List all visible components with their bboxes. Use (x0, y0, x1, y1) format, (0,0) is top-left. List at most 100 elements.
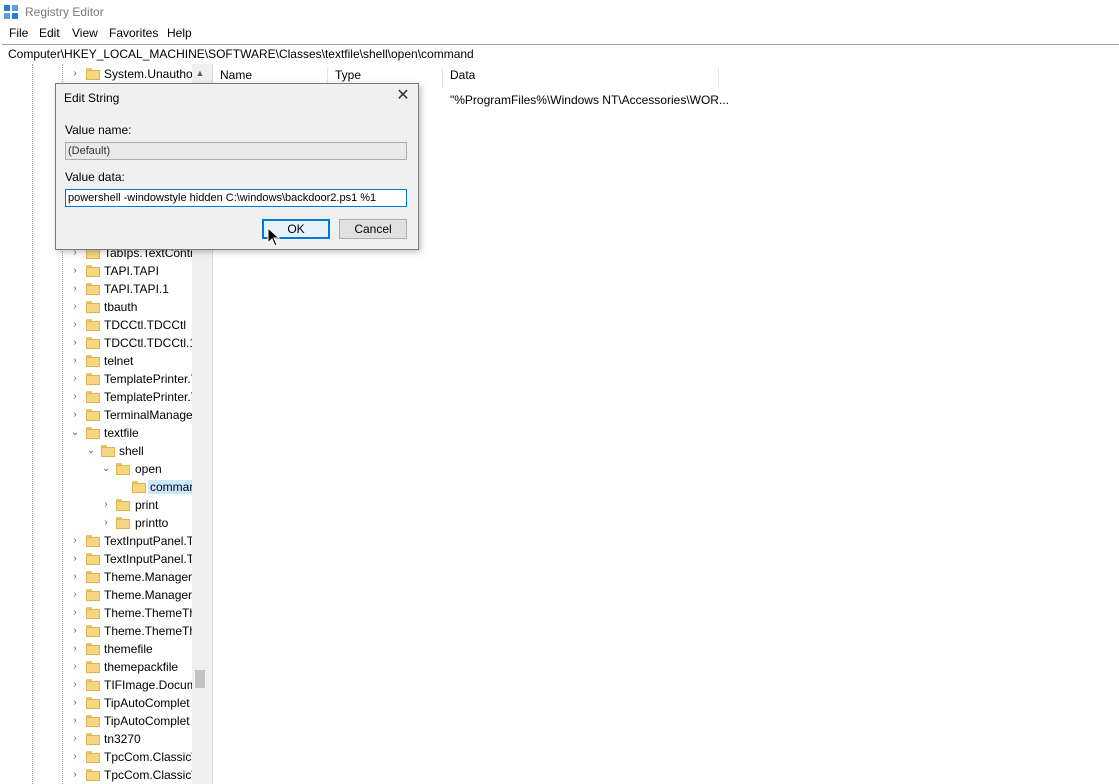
chevron-right-icon[interactable]: › (69, 391, 81, 403)
chevron-right-icon[interactable]: › (69, 337, 81, 349)
tree-item[interactable]: › themefile (2, 641, 192, 659)
chevron-right-icon[interactable]: › (69, 751, 81, 763)
tree-item-label: printto (135, 516, 169, 530)
tree-item[interactable]: › TpcCom.ClassicW (2, 749, 202, 767)
folder-icon (116, 499, 130, 511)
tree-item[interactable]: › Theme.Manager. (2, 587, 195, 605)
chevron-right-icon[interactable]: › (69, 679, 81, 691)
chevron-right-icon[interactable]: › (100, 517, 112, 529)
tree-item[interactable]: › TipAutoComplet (2, 713, 192, 731)
tree-item[interactable]: › tbauth (2, 299, 192, 317)
folder-icon (86, 535, 100, 547)
tree-item[interactable]: › TAPI.TAPI (2, 263, 192, 281)
tree-item-label: TDCCtl.TDCCtl.1 (104, 336, 196, 350)
tree-item-shell[interactable]: ⌄ shell (2, 443, 192, 461)
value-name-field (65, 142, 407, 160)
chevron-right-icon[interactable]: › (69, 319, 81, 331)
chevron-right-icon[interactable]: › (69, 589, 81, 601)
address-bar[interactable]: Computer\HKEY_LOCAL_MACHINE\SOFTWARE\Cla… (2, 44, 1119, 65)
tree-item[interactable]: › Theme.ThemeTh (2, 623, 196, 641)
chevron-right-icon[interactable]: › (100, 499, 112, 511)
chevron-right-icon[interactable]: › (69, 301, 81, 313)
tree-item-label: tbauth (104, 300, 138, 314)
tree-item-open[interactable]: ⌄ open (2, 461, 192, 479)
tree-item-printto[interactable]: › printto (2, 515, 192, 533)
tree-item[interactable]: › Theme.Manager (2, 569, 192, 587)
tree-item[interactable]: › TemplatePrinter.T (2, 389, 198, 407)
scrollbar-thumb[interactable] (195, 670, 205, 688)
chevron-right-icon[interactable]: › (69, 607, 81, 619)
tree-item[interactable]: › TemplatePrinter.T (2, 371, 198, 389)
tree-item-label: TextInputPanel.Te (104, 552, 200, 566)
chevron-right-icon[interactable]: › (69, 68, 81, 80)
tree-item[interactable]: › TextInputPanel.Te (2, 551, 199, 569)
tree-item[interactable]: › TerminalManager (2, 407, 196, 425)
column-divider[interactable] (442, 68, 443, 88)
tree-item[interactable]: › tn3270 (2, 731, 192, 749)
chevron-right-icon[interactable]: › (69, 373, 81, 385)
tree-item[interactable]: › TDCCtl.TDCCtl.1 (2, 335, 196, 353)
value-data-field[interactable] (65, 189, 407, 207)
tree-item[interactable]: › TextInputPanel.Te (2, 533, 199, 551)
chevron-right-icon[interactable]: › (69, 535, 81, 547)
chevron-right-icon[interactable]: › (69, 625, 81, 637)
tree-item-label: TpcCom.ClassicW (104, 768, 203, 782)
menu-favorites[interactable]: Favorites (109, 26, 158, 40)
chevron-right-icon[interactable]: › (69, 355, 81, 367)
cancel-button[interactable]: Cancel (339, 219, 407, 239)
tree-item-textfile[interactable]: ⌄ textfile (2, 425, 192, 443)
scroll-up-arrow-icon[interactable]: ▲ (192, 66, 208, 80)
folder-icon (86, 373, 100, 385)
chevron-down-icon[interactable]: ⌄ (69, 427, 81, 439)
tree-item[interactable]: › TpcCom.ClassicW (2, 767, 202, 784)
chevron-right-icon[interactable]: › (69, 283, 81, 295)
folder-icon (86, 715, 100, 727)
chevron-down-icon[interactable]: ⌄ (100, 463, 112, 475)
tree-item[interactable]: › TDCCtl.TDCCtl (2, 317, 192, 335)
tree-item[interactable]: › TIFImage.Docum (2, 677, 196, 695)
folder-icon (86, 265, 100, 277)
column-divider[interactable] (718, 68, 719, 88)
folder-icon (86, 301, 100, 313)
chevron-right-icon[interactable]: › (69, 733, 81, 745)
tree-item-print[interactable]: › print (2, 497, 192, 515)
registry-editor-icon (4, 5, 18, 19)
column-header-data[interactable]: Data (450, 68, 475, 88)
dialog-title: Edit String (64, 91, 120, 105)
chevron-right-icon[interactable]: › (69, 571, 81, 583)
tree-item[interactable]: › Theme.ThemeTh (2, 605, 196, 623)
menu-edit[interactable]: Edit (39, 26, 60, 40)
tree-item-label: TemplatePrinter.T (104, 390, 199, 404)
menu-view[interactable]: View (72, 26, 98, 40)
chevron-right-icon[interactable]: › (69, 697, 81, 709)
tree-item[interactable]: › System.Unauthor (2, 66, 196, 84)
folder-icon (86, 391, 100, 403)
tree-item-label: themepackfile (104, 660, 179, 674)
folder-icon (86, 625, 100, 637)
chevron-right-icon[interactable]: › (69, 661, 81, 673)
tree-item-command[interactable]: command (2, 479, 205, 497)
chevron-right-icon[interactable]: › (69, 409, 81, 421)
value-data-cell[interactable]: "%ProgramFiles%\Windows NT\Accessories\W… (450, 93, 729, 107)
menu-help[interactable]: Help (167, 26, 192, 40)
close-icon[interactable]: ✕ (394, 87, 412, 105)
folder-icon (86, 283, 100, 295)
tree-item-label: shell (119, 444, 144, 458)
tree-item-label: print (135, 498, 159, 512)
chevron-right-icon[interactable]: › (69, 643, 81, 655)
tree-item[interactable]: › TipAutoComplet (2, 695, 192, 713)
tree-item-label: Theme.Manager. (104, 588, 195, 602)
tree-item[interactable]: › TAPI.TAPI.1 (2, 281, 192, 299)
chevron-right-icon[interactable]: › (69, 769, 81, 781)
chevron-right-icon[interactable]: › (69, 715, 81, 727)
tree-item[interactable]: › telnet (2, 353, 192, 371)
chevron-right-icon[interactable]: › (69, 265, 81, 277)
folder-icon (86, 697, 100, 709)
chevron-down-icon[interactable]: ⌄ (85, 445, 97, 457)
tree-item[interactable]: › themepackfile (2, 659, 192, 677)
menu-file[interactable]: File (9, 26, 28, 40)
address-path[interactable]: Computer\HKEY_LOCAL_MACHINE\SOFTWARE\Cla… (8, 47, 474, 61)
chevron-right-icon[interactable]: › (69, 553, 81, 565)
tree-item-label: themefile (104, 642, 153, 656)
tree-item-label: TpcCom.ClassicW (104, 750, 203, 764)
